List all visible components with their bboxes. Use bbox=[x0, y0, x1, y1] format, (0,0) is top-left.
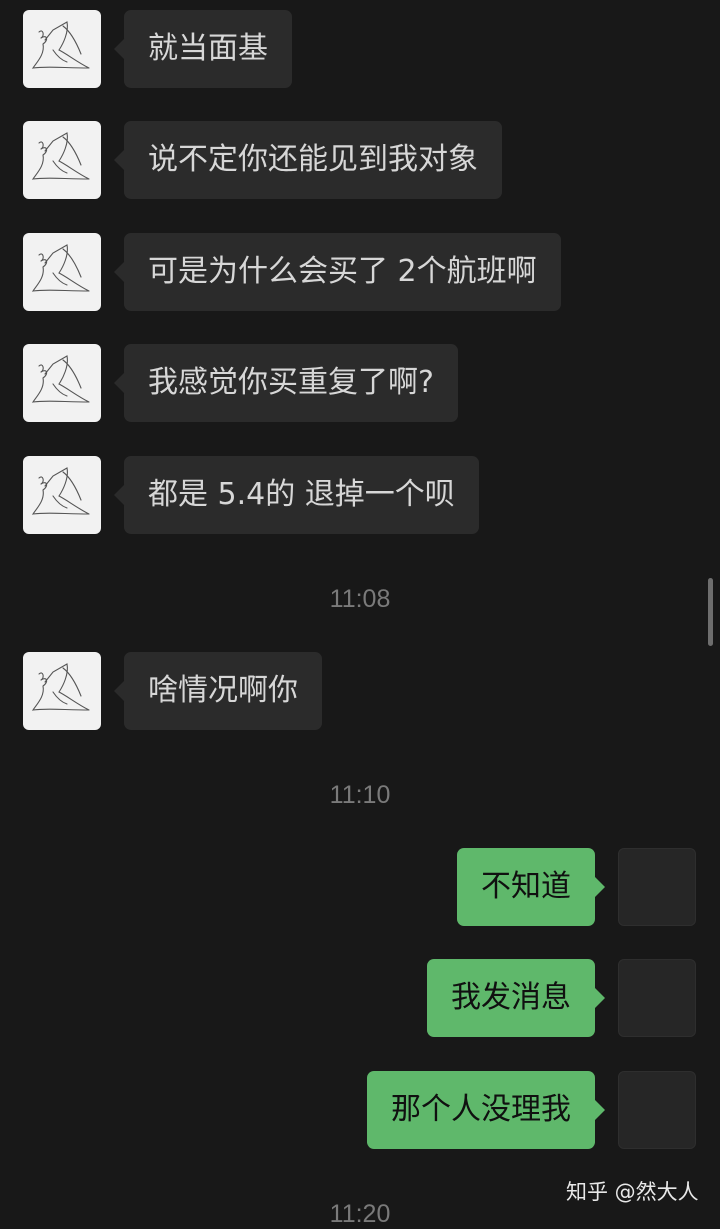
contact-avatar-icon[interactable] bbox=[23, 652, 101, 730]
message-row-outgoing: 不知道 bbox=[0, 848, 720, 928]
message-timestamp: 11:10 bbox=[329, 781, 391, 809]
contact-avatar-icon[interactable] bbox=[23, 233, 101, 311]
message-row-incoming: 都是 5.4的 退掉一个呗 bbox=[0, 456, 720, 536]
message-row-incoming: 啥情况啊你 bbox=[0, 652, 720, 732]
chat-scrollbar[interactable] bbox=[708, 578, 713, 646]
message-row-incoming: 我感觉你买重复了啊? bbox=[0, 344, 720, 424]
contact-avatar-icon[interactable] bbox=[23, 121, 101, 199]
line-sketch-avatar-icon bbox=[31, 663, 90, 711]
line-sketch-avatar-icon bbox=[31, 132, 90, 180]
contact-avatar-icon[interactable] bbox=[23, 456, 101, 534]
message-row-outgoing: 那个人没理我 bbox=[0, 1071, 720, 1151]
incoming-message-bubble[interactable]: 我感觉你买重复了啊? bbox=[114, 344, 458, 422]
incoming-message-bubble[interactable]: 都是 5.4的 退掉一个呗 bbox=[114, 456, 479, 534]
line-sketch-avatar-icon bbox=[31, 21, 90, 69]
incoming-message-bubble[interactable]: 可是为什么会买了 2个航班啊 bbox=[114, 233, 561, 311]
outgoing-message-bubble[interactable]: 我发消息 bbox=[427, 959, 605, 1037]
incoming-message-bubble[interactable]: 啥情况啊你 bbox=[114, 652, 322, 730]
outgoing-message-bubble[interactable]: 不知道 bbox=[457, 848, 605, 926]
line-sketch-avatar-icon bbox=[31, 355, 90, 403]
message-row-outgoing: 我发消息 bbox=[0, 959, 720, 1039]
message-row-incoming: 可是为什么会买了 2个航班啊 bbox=[0, 233, 720, 313]
line-sketch-avatar-icon bbox=[31, 467, 90, 515]
incoming-message-bubble[interactable]: 就当面基 bbox=[114, 10, 292, 88]
message-timestamp: 11:08 bbox=[329, 585, 391, 613]
watermark: 知乎 @然大人 bbox=[566, 1180, 699, 1204]
contact-avatar-icon[interactable] bbox=[23, 344, 101, 422]
message-row-incoming: 就当面基 bbox=[0, 10, 720, 90]
chat-view[interactable]: 就当面基 说不定你还能见到我对象 可是为什么会买了 2个航班啊 我感觉你买重复了… bbox=[0, 0, 720, 1228]
outgoing-message-bubble[interactable]: 那个人没理我 bbox=[367, 1071, 605, 1149]
contact-avatar-icon[interactable] bbox=[23, 10, 101, 88]
self-avatar-icon[interactable] bbox=[618, 959, 696, 1037]
line-sketch-avatar-icon bbox=[31, 244, 90, 292]
self-avatar-icon[interactable] bbox=[618, 1071, 696, 1149]
message-row-incoming: 说不定你还能见到我对象 bbox=[0, 121, 720, 201]
incoming-message-bubble[interactable]: 说不定你还能见到我对象 bbox=[114, 121, 502, 199]
self-avatar-icon[interactable] bbox=[618, 848, 696, 926]
